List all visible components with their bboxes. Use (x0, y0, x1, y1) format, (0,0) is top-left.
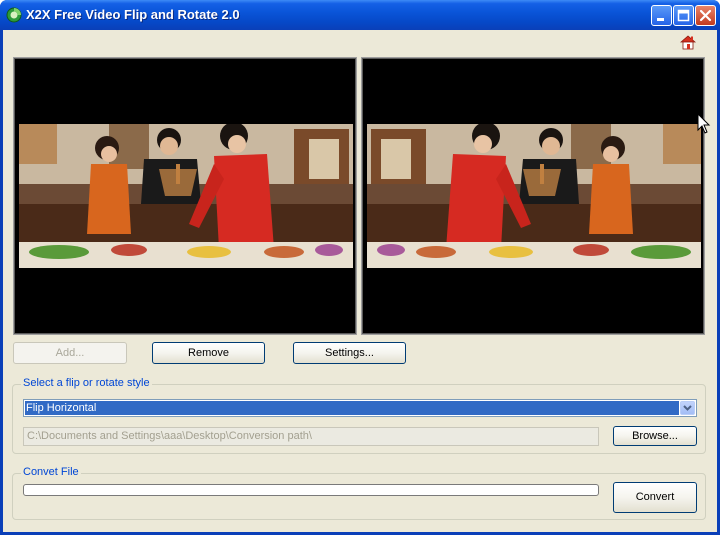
video-frame-flipped (367, 124, 701, 268)
client-area: Add... Remove Settings... Select a flip … (3, 30, 717, 532)
flipped-preview (361, 57, 705, 335)
flip-style-group-label: Select a flip or rotate style (21, 377, 152, 389)
output-path-field[interactable]: C:\Documents and Settings\aaa\Desktop\Co… (23, 427, 599, 446)
flip-style-group: Select a flip or rotate style Flip Horiz… (12, 377, 706, 454)
maximize-button[interactable] (673, 5, 694, 26)
convert-file-group-label: Convet File (21, 466, 81, 478)
app-logo-icon (6, 7, 22, 23)
maximize-icon (677, 9, 690, 22)
flip-style-selected-value: Flip Horizontal (25, 401, 679, 415)
convert-file-group: Convet File Convert (12, 466, 706, 520)
settings-button[interactable]: Settings... (293, 342, 406, 364)
close-icon (699, 9, 712, 22)
add-button[interactable]: Add... (13, 342, 127, 364)
window-title: X2X Free Video Flip and Rotate 2.0 (26, 7, 240, 22)
minimize-icon (657, 18, 664, 21)
mouse-cursor-icon (697, 113, 711, 134)
dropdown-button[interactable] (680, 401, 695, 415)
close-button[interactable] (695, 5, 716, 26)
video-frame (19, 124, 353, 268)
minimize-button[interactable] (651, 5, 672, 26)
flip-style-select[interactable]: Flip Horizontal (23, 399, 697, 417)
app-window: X2X Free Video Flip and Rotate 2.0 Add..… (0, 0, 720, 535)
browse-button[interactable]: Browse... (613, 426, 697, 446)
chevron-down-icon (683, 405, 692, 411)
convert-button[interactable]: Convert (613, 482, 697, 513)
title-bar[interactable]: X2X Free Video Flip and Rotate 2.0 (0, 0, 720, 30)
home-icon[interactable] (680, 34, 696, 50)
remove-button[interactable]: Remove (152, 342, 265, 364)
conversion-progress-bar (23, 484, 599, 496)
original-preview (13, 57, 357, 335)
